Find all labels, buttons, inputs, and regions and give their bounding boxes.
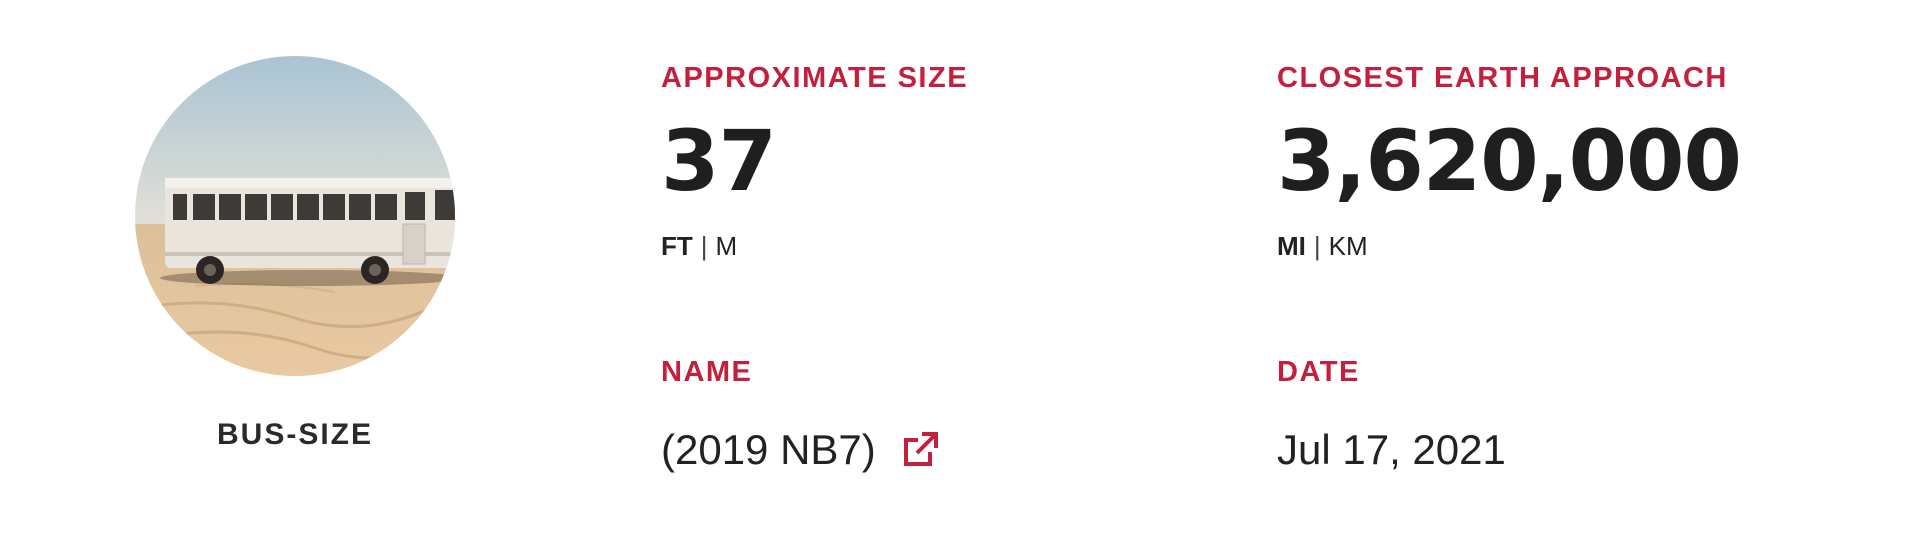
distance-unit-toggle: MI | KM (1277, 233, 1741, 259)
closest-approach-label: CLOSEST EARTH APPROACH (1277, 62, 1728, 94)
asteroid-name-value: (2019 NB7) (661, 426, 876, 473)
bus-photo-icon (135, 56, 455, 376)
external-link-icon[interactable] (900, 430, 940, 470)
unit-m-button[interactable]: M (716, 231, 738, 261)
size-comparison: BUS-SIZE (135, 56, 455, 452)
unit-km-button[interactable]: KM (1329, 231, 1368, 261)
unit-mi-button[interactable]: MI (1277, 231, 1306, 261)
approximate-size-value: 37 (661, 112, 777, 210)
size-unit-toggle: FT | M (661, 233, 968, 259)
size-comparison-label: BUS-SIZE (216, 418, 373, 451)
unit-ft-button[interactable]: FT (661, 231, 693, 261)
date-label: DATE (1277, 356, 1360, 388)
closest-approach-value: 3,620,000 (1277, 112, 1742, 210)
closest-approach-stat: CLOSEST EARTH APPROACH 3,620,000 MI | KM (1277, 62, 1742, 260)
unit-separator: | (1313, 231, 1321, 261)
name-label: NAME (661, 356, 753, 388)
unit-separator: | (700, 231, 708, 261)
name-row: (2019 NB7) (661, 429, 940, 471)
approximate-size-stat: APPROXIMATE SIZE 37 FT | M (661, 62, 969, 260)
approximate-size-label: APPROXIMATE SIZE (661, 62, 969, 94)
name-stat: NAME (2019 NB7) (661, 358, 940, 471)
date-stat: DATE Jul 17, 2021 (1277, 358, 1506, 471)
date-value: Jul 17, 2021 (1277, 426, 1506, 473)
